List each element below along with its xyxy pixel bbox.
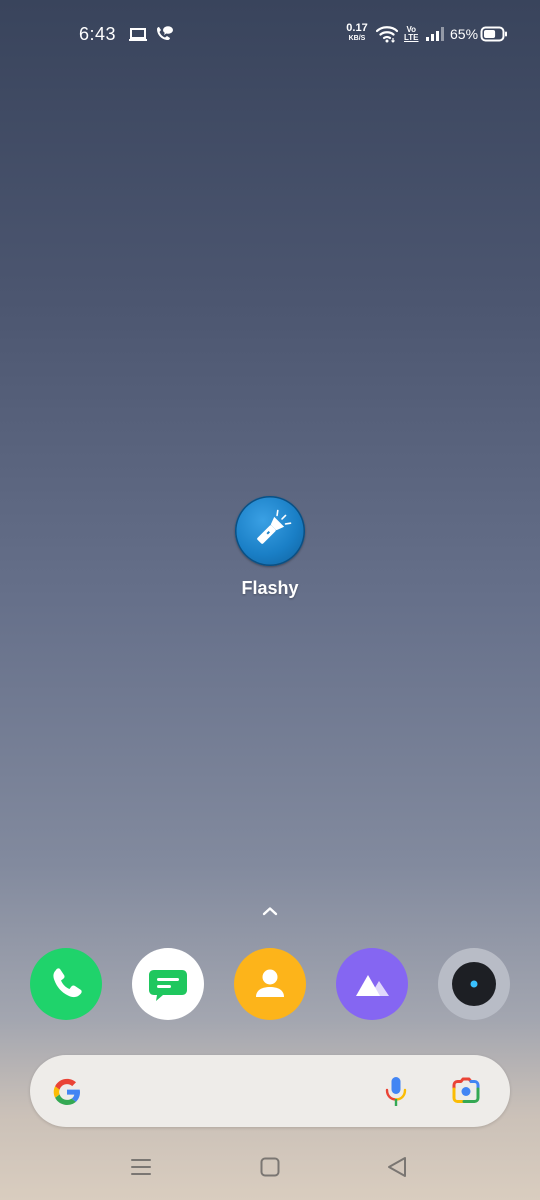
wifi-icon — [376, 26, 398, 43]
volte-icon: Vo LTE — [404, 26, 419, 42]
laptop-icon — [129, 28, 147, 41]
back-icon[interactable] — [386, 1155, 408, 1179]
wifi-calling-icon — [157, 26, 173, 40]
microphone-icon[interactable] — [382, 1075, 410, 1109]
home-icon[interactable] — [259, 1156, 281, 1178]
battery-percent: 65% — [450, 26, 479, 42]
photos-icon — [356, 975, 389, 996]
battery-icon — [480, 26, 507, 42]
contact-icon — [256, 969, 284, 997]
status-bar: 6:43 0.17 KB/S Vo LTE 65% — [0, 0, 540, 70]
app-label-flashy: Flashy — [241, 578, 299, 598]
network-speed: 0.17 KB/S — [344, 22, 370, 43]
network-speed-unit: KB/S — [348, 35, 366, 42]
dock-app-camera[interactable] — [438, 948, 510, 1020]
flashlight-icon — [235, 496, 305, 566]
dock-app-phone[interactable] — [30, 948, 102, 1020]
recents-icon[interactable] — [130, 1156, 152, 1178]
network-speed-value: 0.17 — [346, 22, 368, 34]
dock-app-gallery[interactable] — [336, 948, 408, 1020]
dock-app-messages[interactable] — [132, 948, 204, 1020]
status-time: 6:43 — [79, 24, 117, 44]
navigation-bar — [0, 1140, 540, 1200]
google-lens-icon[interactable] — [450, 1076, 482, 1108]
app-flashy[interactable]: Flashy — [226, 496, 314, 599]
signal-icon — [426, 27, 444, 41]
volte-bottom-label: LTE — [404, 33, 419, 42]
camera-icon — [452, 962, 496, 1006]
google-search-bar[interactable] — [30, 1055, 510, 1127]
dock-app-contacts[interactable] — [234, 948, 306, 1020]
chevron-up-icon[interactable] — [259, 904, 281, 918]
phone-icon — [53, 968, 82, 998]
google-logo-icon — [53, 1078, 80, 1105]
message-icon — [149, 970, 187, 1001]
